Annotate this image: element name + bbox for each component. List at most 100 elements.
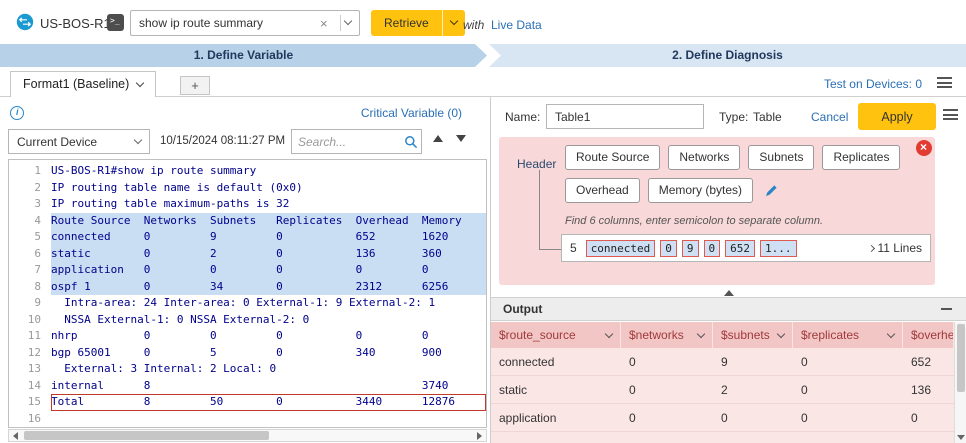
scrollbar-track[interactable] xyxy=(22,430,473,441)
cli-output-editor[interactable]: 1US-BOS-R1#show ip route summary 2IP rou… xyxy=(8,159,487,428)
code-line-total-marked[interactable]: 15Total 8 50 0 3440 12876 xyxy=(9,394,486,411)
close-parser-icon[interactable] xyxy=(916,140,932,156)
code-line[interactable]: 2IP routing table name is default (0x0) xyxy=(9,180,486,197)
sample-value[interactable]: 9 xyxy=(682,240,699,257)
test-on-devices-link[interactable]: Test on Devices: 0 xyxy=(824,77,922,91)
expand-lines-link[interactable]: 11 Lines xyxy=(869,241,922,255)
column-header-route-source[interactable]: $route_source xyxy=(491,322,621,348)
search-box[interactable] xyxy=(291,129,422,154)
sample-value[interactable]: 652 xyxy=(725,240,755,257)
horizontal-scrollbar[interactable] xyxy=(8,429,487,442)
code-line[interactable]: 16 xyxy=(9,411,486,428)
column-header-replicates[interactable]: $replicates xyxy=(793,322,903,348)
sample-value[interactable]: connected xyxy=(586,240,656,257)
line-text[interactable]: nhrp 0 0 0 0 0 xyxy=(51,328,486,345)
vertical-scrollbar[interactable] xyxy=(954,322,966,443)
panel-menu-icon[interactable] xyxy=(943,109,958,120)
cancel-button[interactable]: Cancel xyxy=(811,110,848,124)
sample-value[interactable]: 0 xyxy=(704,240,721,257)
line-text[interactable]: US-BOS-R1#show ip route summary xyxy=(51,163,486,180)
chevron-down-icon[interactable] xyxy=(777,330,785,338)
line-text[interactable]: NSSA External-1: 0 NSSA External-2: 0 xyxy=(51,312,486,329)
column-header-overhead[interactable]: $overhead xyxy=(903,322,954,348)
minimize-output-icon[interactable] xyxy=(941,308,952,310)
tab-dropdown-icon[interactable] xyxy=(136,79,144,87)
chip-networks[interactable]: Networks xyxy=(668,145,740,170)
chevron-down-icon[interactable] xyxy=(605,330,613,338)
line-text[interactable]: External: 3 Internal: 2 Local: 0 xyxy=(51,361,486,378)
code-line-highlighted[interactable]: 6static 0 2 0 136 360 xyxy=(9,246,486,263)
step-define-variable[interactable]: 1. Define Variable xyxy=(0,44,487,67)
scroll-right-icon[interactable] xyxy=(473,430,486,441)
device-scope-select[interactable]: Current Device xyxy=(8,129,150,154)
sample-value[interactable]: 1... xyxy=(760,240,797,257)
code-line-highlighted[interactable]: 5connected 0 9 0 652 1620 xyxy=(9,229,486,246)
live-data-link[interactable]: Live Data xyxy=(491,18,542,32)
line-text[interactable]: application 0 0 0 0 0 xyxy=(51,262,486,279)
line-text[interactable]: static 0 2 0 136 360 xyxy=(51,246,486,263)
search-next-icon[interactable] xyxy=(456,135,466,142)
line-text[interactable]: IP routing table name is default (0x0) xyxy=(51,180,486,197)
chevron-down-icon[interactable] xyxy=(697,330,705,338)
clear-command-icon[interactable] xyxy=(320,16,336,31)
command-input[interactable] xyxy=(130,10,360,36)
search-prev-icon[interactable] xyxy=(433,135,443,142)
line-text[interactable]: ospf 1 0 34 0 2312 6256 xyxy=(51,279,486,296)
line-text[interactable] xyxy=(51,411,486,428)
add-format-tab-button[interactable]: + xyxy=(180,76,210,95)
scrollbar-thumb[interactable] xyxy=(24,431,269,440)
tab-format1-baseline[interactable]: Format1 (Baseline) xyxy=(10,71,156,97)
code-line[interactable]: 11nhrp 0 0 0 0 0 xyxy=(9,328,486,345)
scroll-down-icon[interactable] xyxy=(957,435,965,440)
sample-value[interactable]: 0 xyxy=(660,240,677,257)
code-line[interactable]: 3IP routing table maximum-paths is 32 xyxy=(9,196,486,213)
scrollbar-thumb[interactable] xyxy=(957,324,965,392)
line-text[interactable]: connected 0 9 0 652 1620 xyxy=(51,229,486,246)
retrieve-button[interactable]: Retrieve xyxy=(371,10,442,36)
code-line[interactable]: 13 External: 3 Internal: 2 Local: 0 xyxy=(9,361,486,378)
menu-icon[interactable] xyxy=(937,77,952,88)
code-line[interactable]: 14internal 8 3740 xyxy=(9,378,486,395)
retrieve-dropdown-icon[interactable] xyxy=(443,10,465,36)
line-number: 2 xyxy=(9,180,51,197)
line-text[interactable]: bgp 65001 0 5 0 340 900 xyxy=(51,345,486,362)
scroll-left-icon[interactable] xyxy=(9,430,22,441)
line-text[interactable]: internal 8 3740 xyxy=(51,378,486,395)
search-icon[interactable] xyxy=(401,135,421,149)
step-define-diagnosis[interactable]: 2. Define Diagnosis xyxy=(489,44,966,67)
code-line[interactable]: 1US-BOS-R1#show ip route summary xyxy=(9,163,486,180)
line-number: 14 xyxy=(9,378,51,395)
variable-name-input[interactable] xyxy=(546,104,704,129)
line-text[interactable]: Intra-area: 24 Inter-area: 0 External-1:… xyxy=(51,295,486,312)
table-row[interactable]: application 0 0 0 0 xyxy=(491,404,954,432)
cell: 9 xyxy=(713,348,793,375)
line-text[interactable]: Route Source Networks Subnets Replicates… xyxy=(51,213,486,230)
critical-variable-link[interactable]: Critical Variable (0) xyxy=(352,106,462,120)
code-line-highlighted[interactable]: 4Route Source Networks Subnets Replicate… xyxy=(9,213,486,230)
code-line[interactable]: 12bgp 65001 0 5 0 340 900 xyxy=(9,345,486,362)
column-header-networks[interactable]: $networks xyxy=(621,322,713,348)
column-header-subnets[interactable]: $subnets xyxy=(713,322,793,348)
chip-route-source[interactable]: Route Source xyxy=(565,145,660,170)
code-line-highlighted[interactable]: 7application 0 0 0 0 0 xyxy=(9,262,486,279)
chip-overhead[interactable]: Overhead xyxy=(565,178,640,203)
search-input[interactable] xyxy=(292,135,401,149)
code-line[interactable]: 10 NSSA External-1: 0 NSSA External-2: 0 xyxy=(9,312,486,329)
command-text-field[interactable] xyxy=(131,16,320,30)
table-row[interactable]: static 0 2 0 136 xyxy=(491,376,954,404)
line-text[interactable]: IP routing table maximum-paths is 32 xyxy=(51,196,486,213)
code-line-highlighted[interactable]: 8ospf 1 0 34 0 2312 6256 xyxy=(9,279,486,296)
collapse-output-icon[interactable] xyxy=(724,290,734,296)
line-text[interactable]: Total 8 50 0 3440 12876 xyxy=(51,394,486,411)
command-dropdown-icon[interactable] xyxy=(344,16,352,24)
info-icon[interactable] xyxy=(10,106,24,120)
device-scope-value: Current Device xyxy=(17,135,135,149)
code-line[interactable]: 9 Intra-area: 24 Inter-area: 0 External-… xyxy=(9,295,486,312)
table-row[interactable]: connected 0 9 0 652 xyxy=(491,348,954,376)
chevron-down-icon[interactable] xyxy=(887,330,895,338)
apply-button[interactable]: Apply xyxy=(858,103,936,130)
chip-memory-bytes[interactable]: Memory (bytes) xyxy=(648,178,753,203)
chip-replicates[interactable]: Replicates xyxy=(822,145,900,170)
edit-columns-icon[interactable] xyxy=(765,184,778,197)
chip-subnets[interactable]: Subnets xyxy=(748,145,814,170)
